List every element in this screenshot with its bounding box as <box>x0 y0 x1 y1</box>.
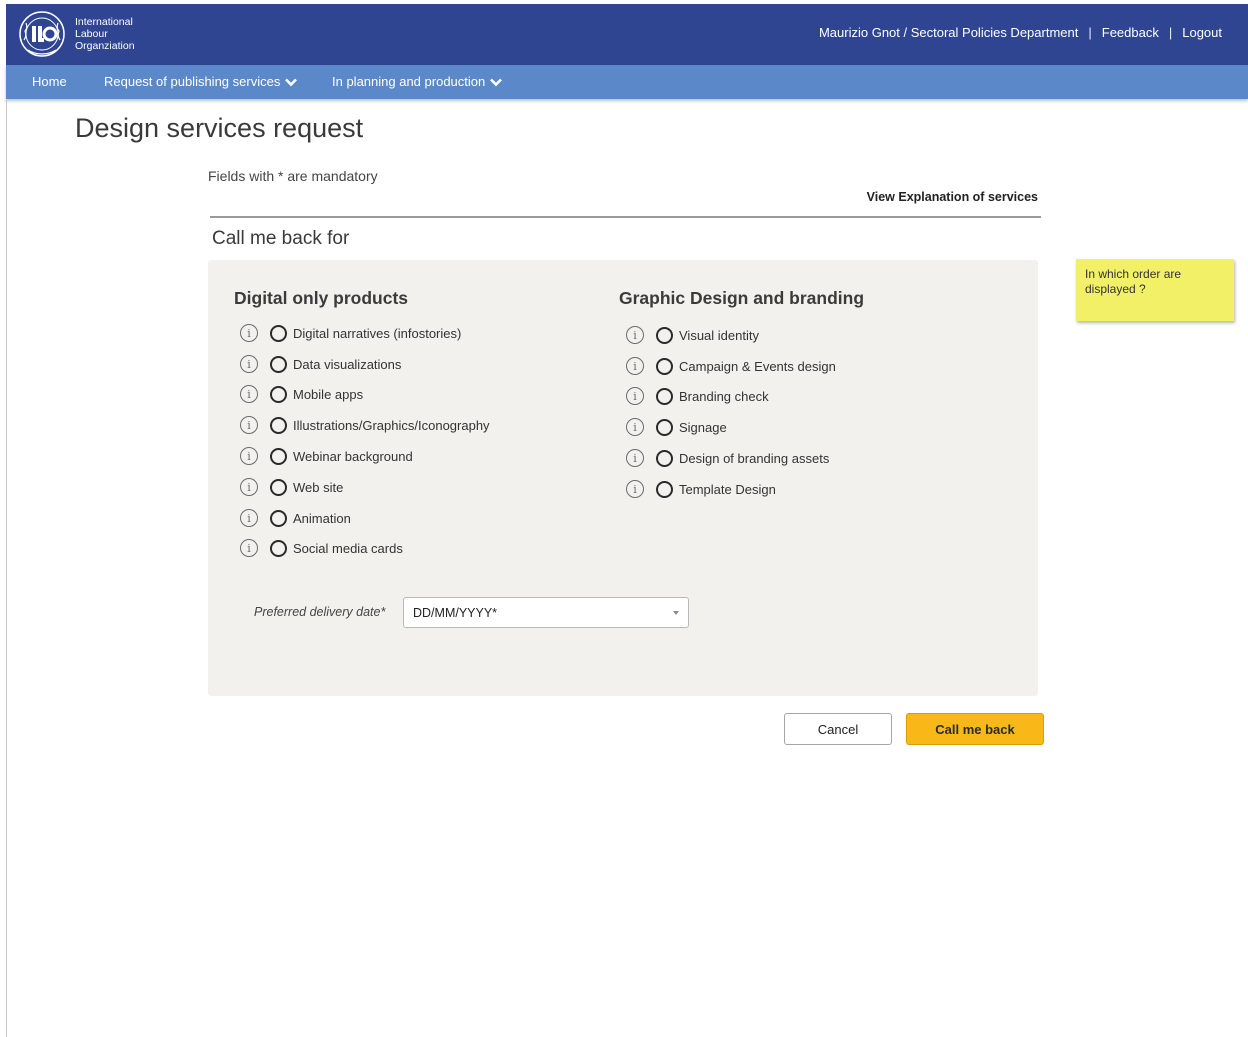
info-icon[interactable]: i <box>240 509 258 527</box>
logout-link[interactable]: Logout <box>1182 25 1222 40</box>
radio-button[interactable] <box>270 539 287 557</box>
org-name: International Labour Organziation <box>75 16 135 52</box>
option-branding-assets: i Design of branding assets <box>626 449 829 467</box>
call-me-back-button[interactable]: Call me back <box>906 713 1044 745</box>
option-label: Mobile apps <box>293 386 364 402</box>
radio-button[interactable] <box>656 480 673 498</box>
radio-button[interactable] <box>270 416 287 434</box>
option-illustrations: i Illustrations/Graphics/Iconography <box>240 416 490 434</box>
radio-button[interactable] <box>270 447 287 465</box>
option-label: Webinar background <box>293 448 413 464</box>
user-profile-link[interactable]: Maurizio Gnot / Sectoral Policies Depart… <box>819 25 1078 40</box>
option-animation: i Animation <box>240 509 351 527</box>
nav-planning-label: In planning and production <box>332 74 486 89</box>
option-label: Illustrations/Graphics/Iconography <box>293 417 490 433</box>
option-visual-identity: i Visual identity <box>626 326 759 344</box>
top-header: International Labour Organziation Mauriz… <box>6 4 1248 65</box>
nav-home-label: Home <box>32 74 67 89</box>
option-branding-check: i Branding check <box>626 387 769 405</box>
radio-button[interactable] <box>270 324 287 342</box>
page-title: Design services request <box>75 113 364 143</box>
info-icon[interactable]: i <box>626 326 644 344</box>
option-campaign-events: i Campaign & Events design <box>626 357 836 375</box>
radio-button[interactable] <box>656 418 673 436</box>
radio-button[interactable] <box>656 326 673 344</box>
sticky-note: In which order are displayed ? <box>1076 259 1234 321</box>
option-data-visualizations: i Data visualizations <box>240 355 401 373</box>
info-icon[interactable]: i <box>240 416 258 434</box>
separator: | <box>1088 25 1092 40</box>
user-links: Maurizio Gnot / Sectoral Policies Depart… <box>819 25 1222 40</box>
option-label: Data visualizations <box>293 356 402 372</box>
info-icon[interactable]: i <box>626 357 644 375</box>
option-label: Social media cards <box>293 540 403 556</box>
info-icon[interactable]: i <box>240 324 258 342</box>
info-icon[interactable]: i <box>626 480 644 498</box>
option-label: Digital narratives (infostories) <box>293 325 462 341</box>
org-name-line: Organziation <box>75 40 135 52</box>
info-icon[interactable]: i <box>240 355 258 373</box>
info-icon[interactable]: i <box>626 387 644 405</box>
option-template-design: i Template Design <box>626 480 776 498</box>
nav-planning-dropdown[interactable]: In planning and production <box>332 74 503 89</box>
option-social-media-cards: i Social media cards <box>240 539 403 557</box>
option-label: Web site <box>293 479 344 495</box>
org-name-line: International <box>75 16 133 28</box>
graphic-design-heading: Graphic Design and branding <box>619 288 865 308</box>
org-name-line: Labour <box>75 28 108 40</box>
section-title: Call me back for <box>212 228 350 249</box>
feedback-link[interactable]: Feedback <box>1102 25 1159 40</box>
chevron-down-icon <box>285 78 298 86</box>
delivery-date-label: Preferred delivery date* <box>254 605 386 619</box>
option-digital-narratives: i Digital narratives (infostories) <box>240 324 461 342</box>
option-label: Campaign & Events design <box>679 358 836 374</box>
option-label: Visual identity <box>679 327 759 343</box>
info-icon[interactable]: i <box>240 539 258 557</box>
radio-button[interactable] <box>270 355 287 373</box>
info-icon[interactable]: i <box>626 449 644 467</box>
separator: | <box>1168 25 1173 40</box>
option-label: Branding check <box>679 388 769 404</box>
radio-button[interactable] <box>656 449 673 467</box>
option-label: Template Design <box>679 481 776 497</box>
chevron-down-icon <box>490 78 503 86</box>
delivery-date-select[interactable]: DD/MM/YYYY* <box>403 597 689 628</box>
info-icon[interactable]: i <box>240 478 258 496</box>
delivery-date-value: DD/MM/YYYY* <box>413 605 498 620</box>
radio-button[interactable] <box>656 387 673 405</box>
nav-publishing-label: Request of publishing services <box>104 74 281 89</box>
radio-button[interactable] <box>270 385 287 403</box>
ilo-logo-icon[interactable] <box>18 10 66 58</box>
info-icon[interactable]: i <box>240 385 258 403</box>
option-label: Signage <box>679 419 727 435</box>
page-left-border <box>6 100 7 1037</box>
option-webinar-background: i Webinar background <box>240 447 413 465</box>
nav-home[interactable]: Home <box>32 74 67 89</box>
nav-publishing-dropdown[interactable]: Request of publishing services <box>104 74 298 89</box>
option-mobile-apps: i Mobile apps <box>240 385 363 403</box>
option-signage: i Signage <box>626 418 727 436</box>
view-explanation-link[interactable]: View Explanation of services <box>867 190 1038 204</box>
cancel-button[interactable]: Cancel <box>784 713 892 745</box>
mandatory-note: Fields with * are mandatory <box>208 168 378 184</box>
section-divider <box>210 216 1041 218</box>
info-icon[interactable]: i <box>240 447 258 465</box>
radio-button[interactable] <box>270 509 287 527</box>
radio-button[interactable] <box>656 357 673 375</box>
digital-products-heading: Digital only products <box>234 288 409 308</box>
main-nav: Home Request of publishing services In p… <box>6 65 1248 99</box>
info-icon[interactable]: i <box>626 418 644 436</box>
option-web-site: i Web site <box>240 478 343 496</box>
option-label: Animation <box>293 510 351 526</box>
option-label: Design of branding assets <box>679 450 830 466</box>
radio-button[interactable] <box>270 478 287 496</box>
caret-down-icon <box>673 611 679 615</box>
